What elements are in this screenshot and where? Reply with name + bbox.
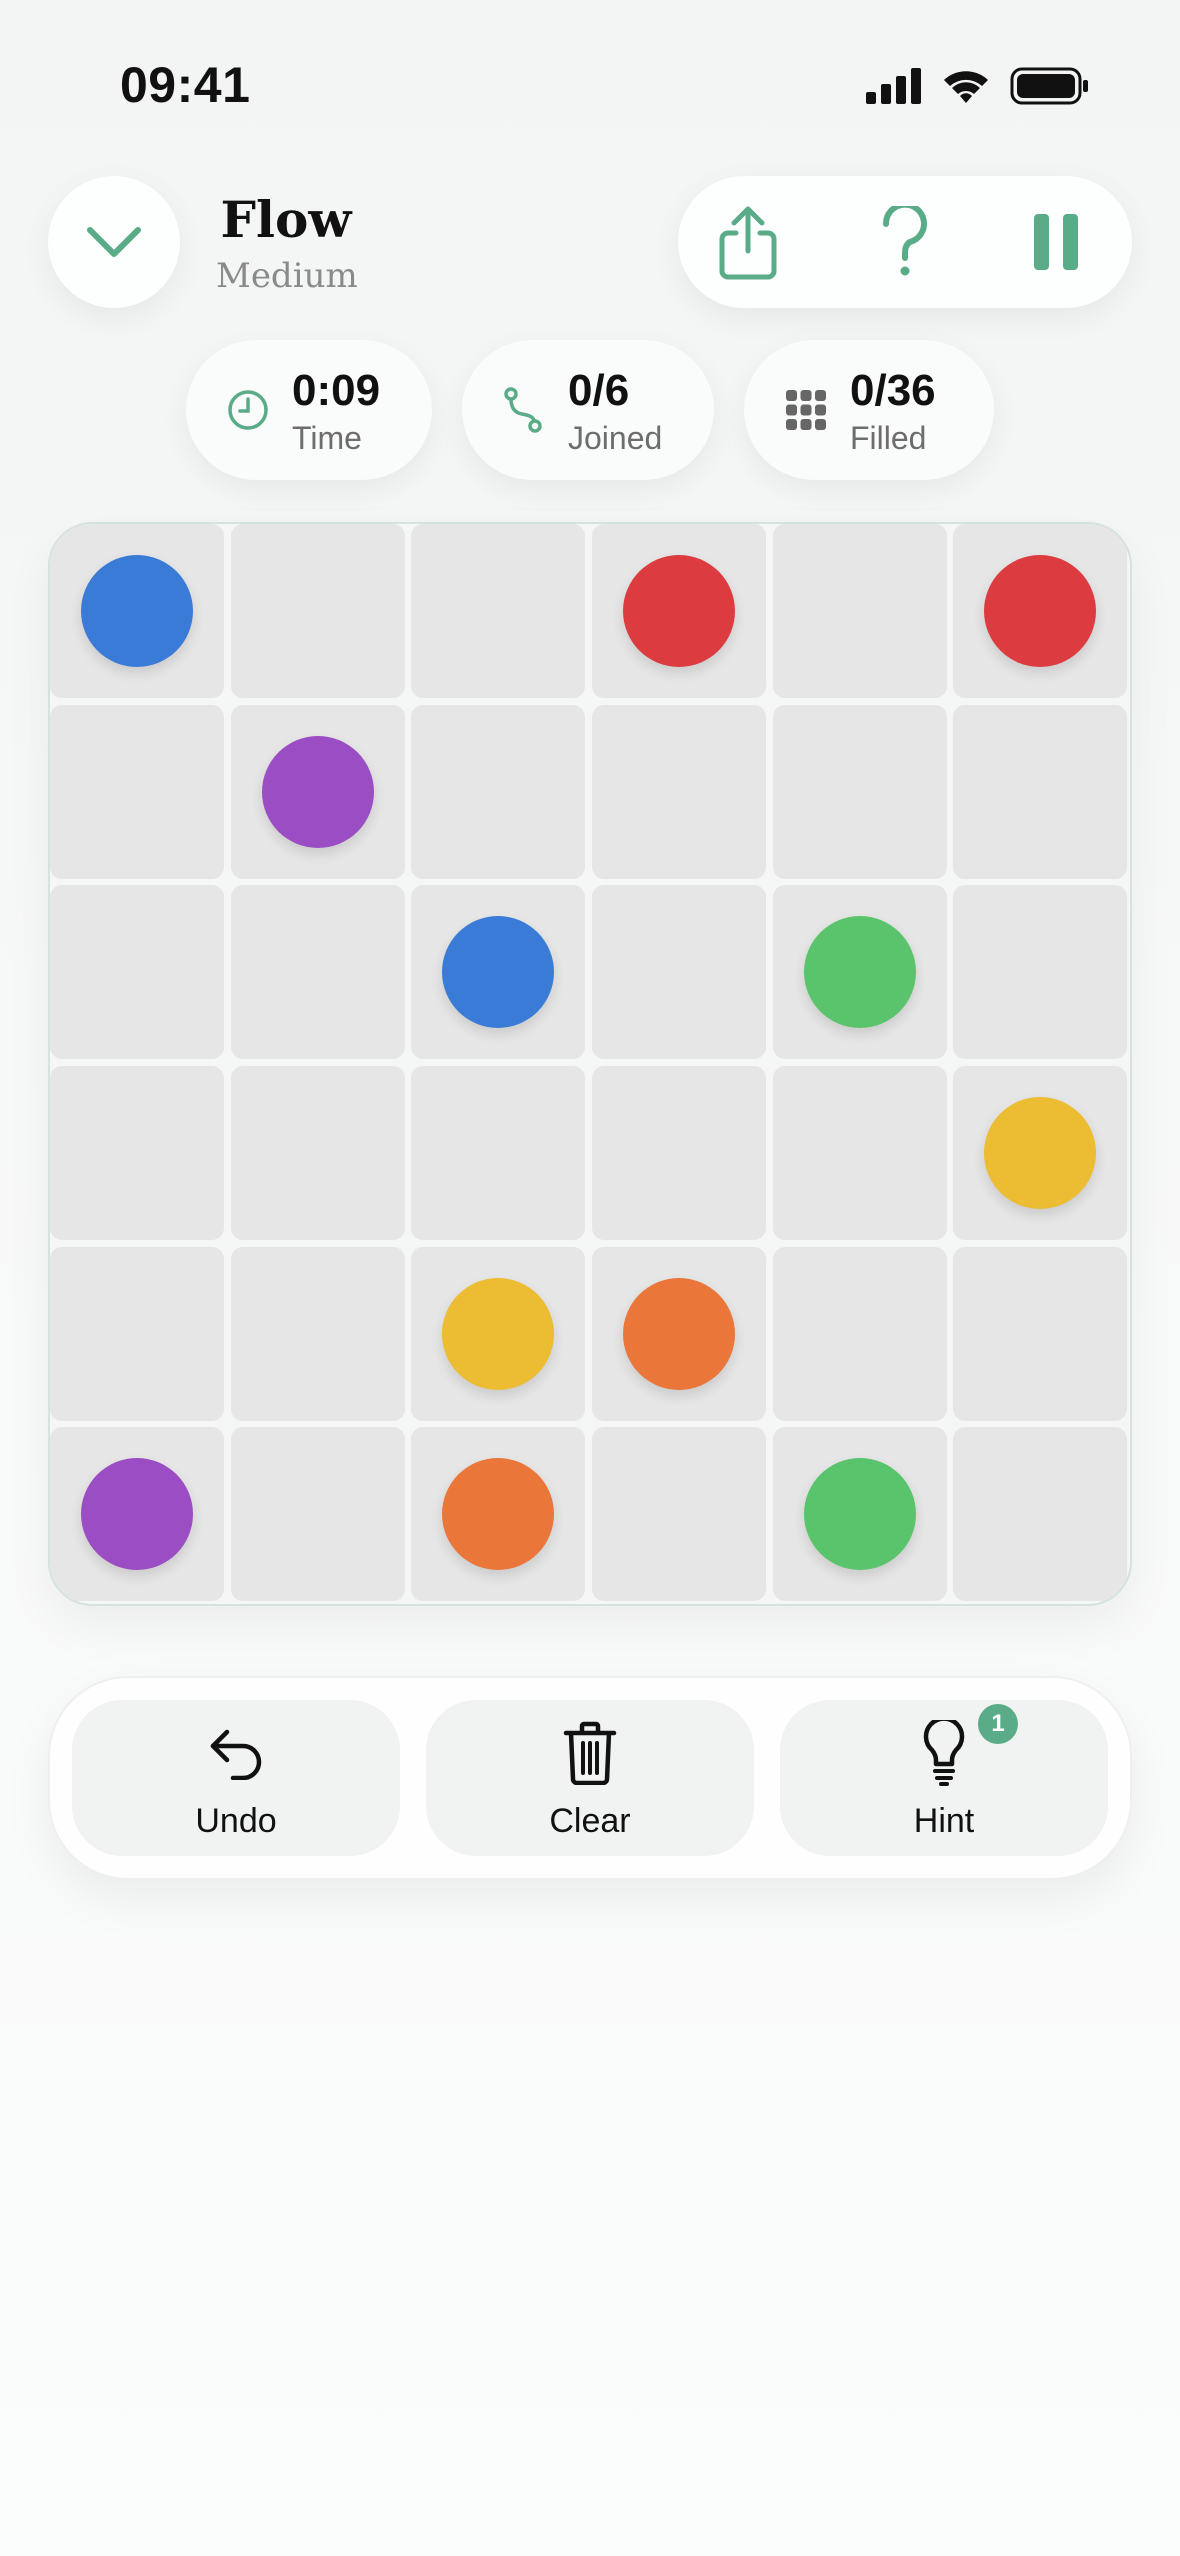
board-cell[interactable] bbox=[592, 885, 766, 1060]
header-actions bbox=[678, 176, 1132, 308]
stat-filled-label: Filled bbox=[850, 420, 927, 456]
flow-dot[interactable] bbox=[984, 555, 1097, 667]
stat-filled: 0/36 Filled bbox=[744, 340, 994, 480]
flow-dot[interactable] bbox=[623, 555, 735, 667]
board-cell[interactable] bbox=[592, 1066, 766, 1240]
board-cell[interactable] bbox=[230, 1066, 405, 1240]
board-cell[interactable] bbox=[50, 1066, 224, 1240]
difficulty-label: Medium bbox=[216, 256, 358, 296]
flow-dot[interactable] bbox=[442, 1277, 555, 1390]
flow-dot[interactable] bbox=[984, 1097, 1097, 1209]
board-cell[interactable] bbox=[953, 885, 1128, 1060]
undo-label: Undo bbox=[195, 1802, 277, 1840]
board-cell[interactable] bbox=[230, 885, 405, 1060]
pause-icon bbox=[1034, 214, 1078, 270]
hint-button[interactable]: Hint bbox=[780, 1700, 1108, 1856]
lightbulb-icon bbox=[780, 1720, 1108, 1786]
game-title: Flow bbox=[220, 190, 352, 249]
clock-icon bbox=[226, 388, 270, 432]
hint-count-badge: 1 bbox=[978, 1704, 1018, 1744]
board-cell[interactable] bbox=[953, 1246, 1128, 1421]
board-cell[interactable] bbox=[230, 1427, 405, 1602]
board-cell[interactable] bbox=[411, 704, 586, 879]
board-cell[interactable] bbox=[592, 704, 766, 879]
help-button[interactable] bbox=[865, 202, 945, 282]
board-cell[interactable] bbox=[953, 704, 1128, 879]
board-cell[interactable] bbox=[230, 524, 405, 698]
path-icon bbox=[502, 387, 546, 433]
flow-dot[interactable] bbox=[623, 1277, 735, 1390]
board-grid bbox=[50, 524, 1130, 1604]
status-icons bbox=[866, 66, 1090, 106]
stat-joined-label: Joined bbox=[568, 420, 663, 456]
wifi-icon bbox=[944, 71, 988, 103]
flow-dot[interactable] bbox=[442, 1458, 555, 1571]
board-cell[interactable] bbox=[772, 1066, 947, 1240]
board-cell[interactable] bbox=[50, 704, 224, 879]
board-cell[interactable] bbox=[772, 524, 947, 698]
board-cell[interactable] bbox=[953, 1427, 1128, 1602]
question-mark-icon bbox=[882, 206, 927, 276]
stat-time: 0:09 Time bbox=[186, 340, 432, 480]
bottom-toolbar: Undo Clear Hint 1 bbox=[48, 1676, 1132, 1880]
signal-icon bbox=[866, 68, 921, 104]
flow-dot[interactable] bbox=[803, 1458, 916, 1571]
hint-label: Hint bbox=[913, 1802, 975, 1840]
stat-filled-value: 0/36 bbox=[850, 366, 936, 415]
board-cell[interactable] bbox=[772, 1246, 947, 1421]
board-cell[interactable] bbox=[592, 1427, 766, 1602]
game-board[interactable] bbox=[48, 522, 1132, 1606]
battery-icon bbox=[1010, 67, 1088, 105]
stat-joined-value: 0/6 bbox=[568, 366, 630, 415]
collapse-button[interactable] bbox=[48, 176, 180, 308]
flow-dot[interactable] bbox=[442, 916, 555, 1029]
stat-joined: 0/6 Joined bbox=[462, 340, 714, 480]
board-cell[interactable] bbox=[50, 885, 224, 1060]
clear-button[interactable]: Clear bbox=[426, 1700, 754, 1856]
board-cell[interactable] bbox=[50, 1246, 224, 1421]
flow-dot[interactable] bbox=[81, 555, 193, 667]
flow-dot[interactable] bbox=[803, 916, 916, 1029]
share-button[interactable] bbox=[708, 202, 788, 282]
board-cell[interactable] bbox=[772, 704, 947, 879]
undo-icon bbox=[72, 1720, 400, 1786]
stat-time-value: 0:09 bbox=[292, 366, 381, 415]
trash-icon bbox=[426, 1720, 754, 1786]
board-cell[interactable] bbox=[411, 524, 586, 698]
board-cell[interactable] bbox=[230, 1246, 405, 1421]
grid-icon bbox=[784, 388, 828, 432]
undo-button[interactable]: Undo bbox=[72, 1700, 400, 1856]
status-time: 09:41 bbox=[120, 57, 251, 113]
flow-dot[interactable] bbox=[81, 1458, 193, 1571]
clear-label: Clear bbox=[549, 1802, 631, 1840]
share-icon bbox=[719, 206, 777, 280]
stat-time-label: Time bbox=[292, 420, 362, 456]
flow-dot[interactable] bbox=[261, 735, 374, 848]
board-cell[interactable] bbox=[411, 1066, 586, 1240]
pause-button[interactable] bbox=[1016, 202, 1096, 282]
chevron-down-icon bbox=[87, 227, 141, 257]
